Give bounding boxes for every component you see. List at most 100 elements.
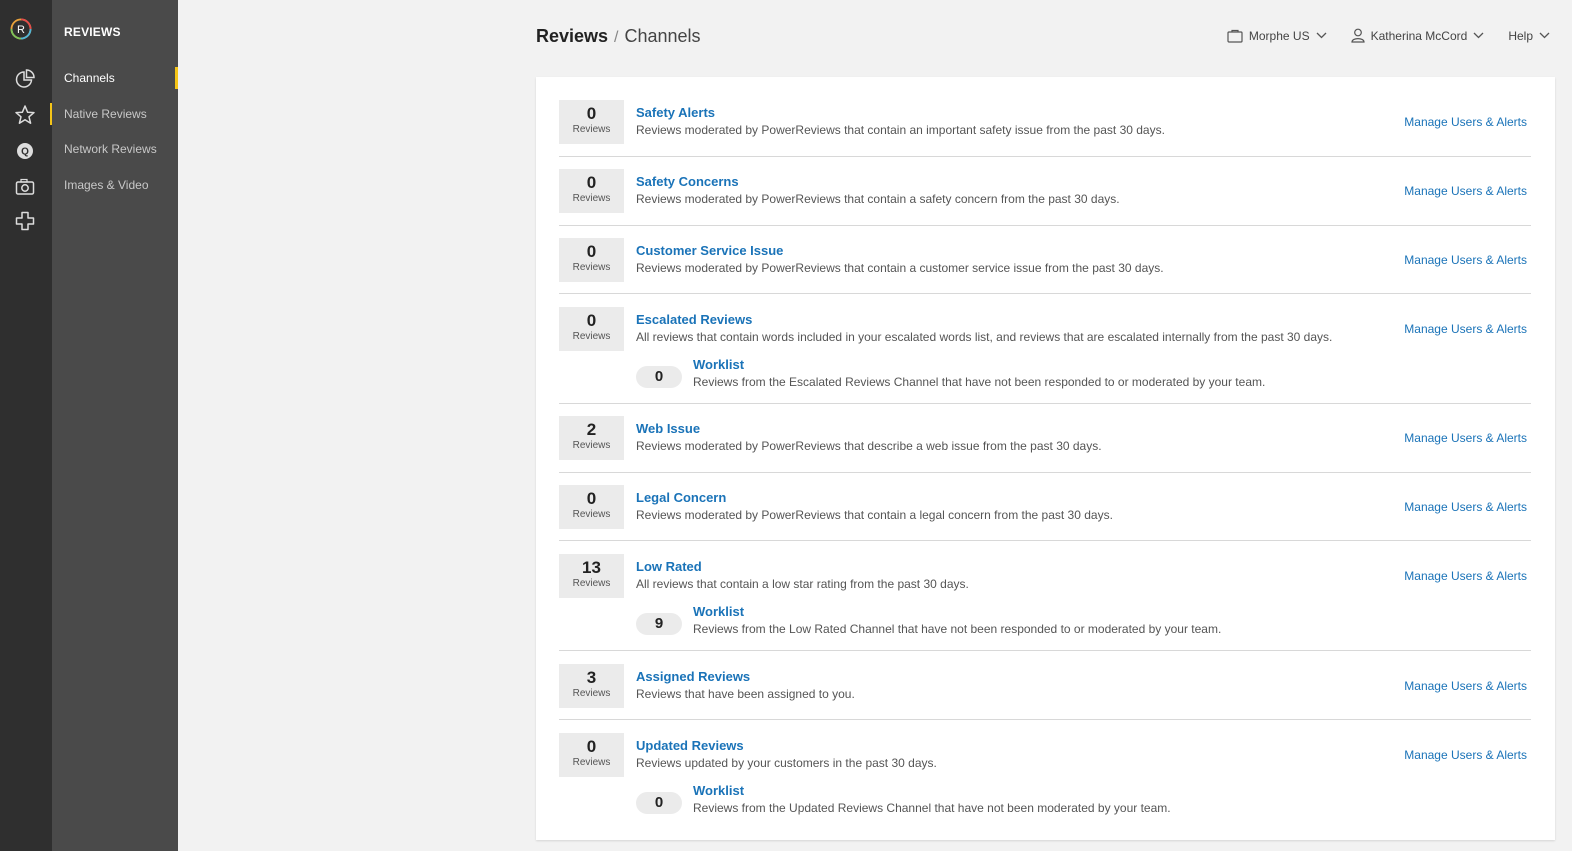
channel-row-assigned-reviews: 3 Reviews Assigned Reviews Reviews that h… bbox=[559, 664, 1531, 720]
breadcrumb-parent[interactable]: Reviews bbox=[536, 26, 608, 46]
manage-users-alerts-link[interactable]: Manage Users & Alerts bbox=[1404, 322, 1527, 336]
worklist-description: Reviews from the Escalated Reviews Chann… bbox=[693, 375, 1266, 389]
help-label: Help bbox=[1508, 28, 1533, 43]
review-count-label: Reviews bbox=[572, 578, 611, 589]
review-count-label: Reviews bbox=[572, 262, 611, 273]
channel-name-link[interactable]: Escalated Reviews bbox=[636, 312, 752, 327]
channel-description: Reviews moderated by PowerReviews that c… bbox=[636, 508, 1113, 522]
manage-users-alerts-link[interactable]: Manage Users & Alerts bbox=[1404, 253, 1527, 267]
channel-row-safety-alerts: 0 Reviews Safety Alerts Reviews moderated… bbox=[559, 100, 1531, 157]
channel-row-web-issue: 2 Reviews Web Issue Reviews moderated by … bbox=[559, 416, 1531, 473]
channel-name-link[interactable]: Updated Reviews bbox=[636, 738, 744, 753]
channel-description: Reviews that have been assigned to you. bbox=[636, 687, 855, 701]
manage-users-alerts-link[interactable]: Manage Users & Alerts bbox=[1404, 431, 1527, 445]
review-count-badge: 0 Reviews bbox=[559, 238, 624, 282]
user-icon bbox=[1350, 28, 1365, 43]
puzzle-icon[interactable] bbox=[14, 210, 36, 232]
chevron-down-icon bbox=[1473, 32, 1484, 39]
section-title: REVIEWS bbox=[64, 25, 121, 39]
review-count-badge: 0 Reviews bbox=[559, 733, 624, 777]
review-count-label: Reviews bbox=[572, 124, 611, 135]
manage-users-alerts-link[interactable]: Manage Users & Alerts bbox=[1404, 748, 1527, 762]
breadcrumb-current: Channels bbox=[624, 26, 701, 46]
logo-letter: R bbox=[17, 24, 25, 36]
subnav-item-channels[interactable]: Channels bbox=[52, 67, 178, 89]
review-count-label: Reviews bbox=[572, 509, 611, 520]
help-menu[interactable]: Help bbox=[1508, 29, 1556, 43]
subnav-item-network-reviews[interactable]: Network Reviews bbox=[52, 138, 178, 160]
review-count: 0 bbox=[586, 737, 597, 756]
manage-users-alerts-link[interactable]: Manage Users & Alerts bbox=[1404, 569, 1527, 583]
manage-users-alerts-link[interactable]: Manage Users & Alerts bbox=[1404, 184, 1527, 198]
channels-card: 0 Reviews Safety Alerts Reviews moderated… bbox=[536, 77, 1555, 840]
channel-name-link[interactable]: Low Rated bbox=[636, 559, 702, 574]
reviews-subnav: REVIEWS Channels Native Reviews Network … bbox=[50, 0, 178, 851]
worklist-description: Reviews from the Updated Reviews Channel… bbox=[693, 801, 1171, 815]
review-count: 0 bbox=[586, 242, 597, 261]
review-count-badge: 0 Reviews bbox=[559, 169, 624, 213]
breadcrumb: Reviews / Channels bbox=[536, 26, 701, 47]
review-count: 0 bbox=[586, 489, 597, 508]
channel-name-link[interactable]: Customer Service Issue bbox=[636, 243, 783, 258]
channel-row-updated-reviews: 0 Reviews Updated Reviews Reviews updated… bbox=[559, 733, 1531, 823]
worklist-link[interactable]: Worklist bbox=[693, 604, 744, 619]
subnav-item-native-reviews[interactable]: Native Reviews bbox=[50, 103, 178, 125]
review-count-badge: 0 Reviews bbox=[559, 100, 624, 144]
channel-description: Reviews moderated by PowerReviews that c… bbox=[636, 192, 1120, 206]
channel-row-safety-concerns: 0 Reviews Safety Concerns Reviews moderat… bbox=[559, 169, 1531, 226]
channel-description: Reviews moderated by PowerReviews that c… bbox=[636, 123, 1165, 137]
top-bar: Morphe US Katherina McCord Help bbox=[1209, 28, 1556, 43]
channel-name-link[interactable]: Safety Concerns bbox=[636, 174, 739, 189]
subnav-item-images-video[interactable]: Images & Video bbox=[52, 174, 178, 196]
worklist-link[interactable]: Worklist bbox=[693, 357, 744, 372]
review-count-badge: 0 Reviews bbox=[559, 307, 624, 351]
q-circle-icon[interactable]: Q bbox=[14, 140, 36, 162]
review-count: 0 bbox=[586, 173, 597, 192]
store-icon bbox=[1227, 29, 1243, 43]
channel-name-link[interactable]: Legal Concern bbox=[636, 490, 726, 505]
review-count: 0 bbox=[586, 104, 597, 123]
worklist-link[interactable]: Worklist bbox=[693, 783, 744, 798]
channel-name-link[interactable]: Web Issue bbox=[636, 421, 700, 436]
review-count-badge: 3 Reviews bbox=[559, 664, 624, 708]
channel-description: Reviews moderated by PowerReviews that d… bbox=[636, 439, 1102, 453]
channel-row-escalated-reviews: 0 Reviews Escalated Reviews All reviews t… bbox=[559, 307, 1531, 404]
manage-users-alerts-link[interactable]: Manage Users & Alerts bbox=[1404, 115, 1527, 129]
channel-description: Reviews updated by your customers in the… bbox=[636, 756, 937, 770]
powerreviews-logo-icon[interactable]: R bbox=[10, 18, 40, 48]
review-count-badge: 13 Reviews bbox=[559, 554, 624, 598]
chevron-down-icon bbox=[1539, 32, 1550, 39]
review-count-label: Reviews bbox=[572, 331, 611, 342]
review-count-label: Reviews bbox=[572, 757, 611, 768]
worklist-count: 0 bbox=[636, 792, 682, 814]
review-count: 2 bbox=[586, 420, 597, 439]
worklist: 0 Worklist Reviews from the Escalated Re… bbox=[636, 357, 1336, 391]
channel-description: All reviews that contain a low star rati… bbox=[636, 577, 969, 591]
review-count: 0 bbox=[586, 311, 597, 330]
svg-text:Q: Q bbox=[21, 147, 29, 158]
worklist: 9 Worklist Reviews from the Low Rated Ch… bbox=[636, 604, 1336, 638]
pie-chart-icon[interactable] bbox=[14, 68, 36, 90]
review-count: 13 bbox=[582, 558, 601, 577]
review-count-label: Reviews bbox=[572, 688, 611, 699]
channel-name-link[interactable]: Safety Alerts bbox=[636, 105, 715, 120]
icon-rail: R Q bbox=[0, 0, 52, 851]
user-name: Katherina McCord bbox=[1370, 28, 1468, 43]
review-count-badge: 0 Reviews bbox=[559, 485, 624, 529]
worklist: 0 Worklist Reviews from the Updated Revi… bbox=[636, 783, 1336, 817]
camera-icon[interactable] bbox=[14, 176, 36, 198]
user-menu[interactable]: Katherina McCord bbox=[1350, 28, 1491, 43]
worklist-count: 0 bbox=[636, 366, 682, 388]
channel-name-link[interactable]: Assigned Reviews bbox=[636, 669, 750, 684]
channel-description: All reviews that contain words included … bbox=[636, 330, 1333, 344]
manage-users-alerts-link[interactable]: Manage Users & Alerts bbox=[1404, 500, 1527, 514]
star-icon[interactable] bbox=[14, 104, 36, 126]
channel-row-legal-concern: 0 Reviews Legal Concern Reviews moderated… bbox=[559, 485, 1531, 541]
chevron-down-icon bbox=[1316, 32, 1327, 39]
store-selector[interactable]: Morphe US bbox=[1227, 29, 1333, 43]
manage-users-alerts-link[interactable]: Manage Users & Alerts bbox=[1404, 679, 1527, 693]
store-name: Morphe US bbox=[1248, 28, 1310, 43]
channel-description: Reviews moderated by PowerReviews that c… bbox=[636, 261, 1164, 275]
channel-row-customer-service-issue: 0 Reviews Customer Service Issue Reviews … bbox=[559, 238, 1531, 294]
review-count-label: Reviews bbox=[572, 440, 611, 451]
